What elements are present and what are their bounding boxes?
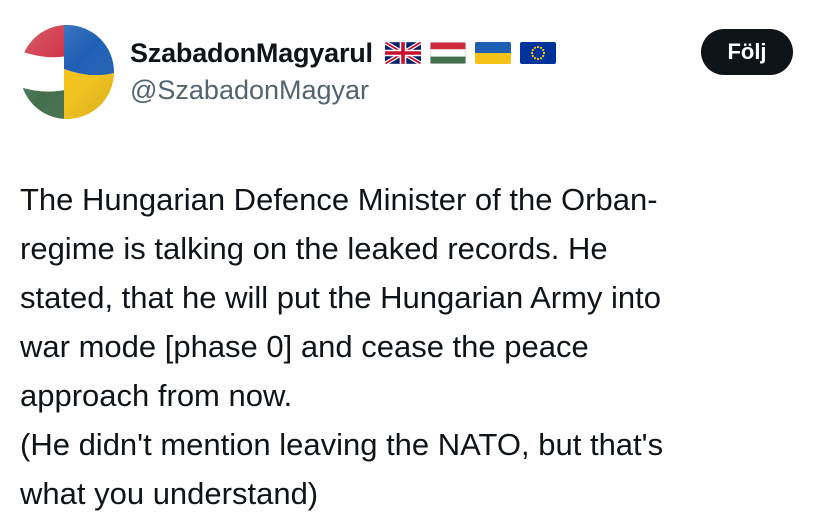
flag-emojis bbox=[384, 42, 556, 64]
author-handle[interactable]: @SzabadonMagyar bbox=[130, 75, 369, 106]
tweet-text: The Hungarian Defence Minister of the Or… bbox=[20, 175, 810, 518]
uk-flag-icon bbox=[384, 42, 421, 64]
avatar-flag-image bbox=[20, 25, 114, 119]
follow-button[interactable]: Följ bbox=[701, 29, 793, 75]
avatar[interactable] bbox=[20, 25, 114, 119]
author-name-row: SzabadonMagyarul bbox=[130, 36, 556, 70]
author-display-name[interactable]: SzabadonMagyarul bbox=[130, 38, 373, 69]
tweet-text-line: The Hungarian Defence Minister of the Or… bbox=[20, 182, 658, 217]
hungary-flag-icon bbox=[429, 42, 466, 64]
ukraine-flag-icon bbox=[474, 42, 511, 64]
tweet-text-line: regime is talking on the leaked records.… bbox=[20, 231, 608, 266]
tweet-text-line: war mode [phase 0] and cease the peace bbox=[20, 329, 589, 364]
tweet-text-line: (He didn't mention leaving the NATO, but… bbox=[20, 427, 664, 462]
tweet-text-line: approach from now. bbox=[20, 378, 293, 413]
eu-flag-icon bbox=[519, 42, 556, 64]
tweet-text-line: what you understand) bbox=[20, 476, 319, 511]
tweet-text-line: stated, that he will put the Hungarian A… bbox=[20, 280, 662, 315]
